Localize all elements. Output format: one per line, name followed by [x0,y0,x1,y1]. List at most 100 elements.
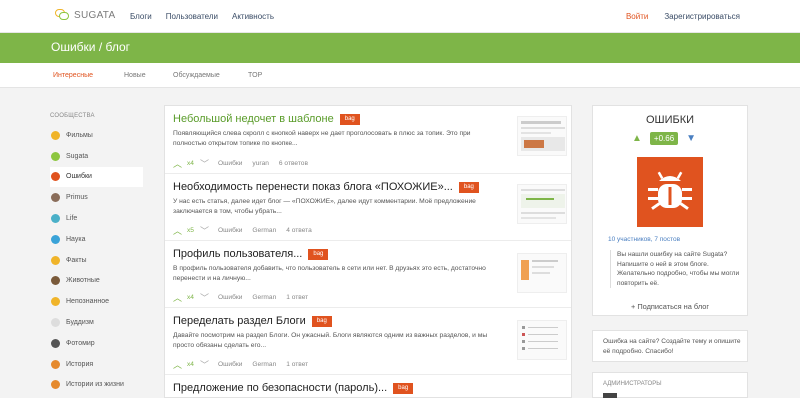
sidebar-item-label: Sugata [66,152,89,160]
sidebar-item[interactable]: Ошибки [50,166,143,188]
sidebar-item-label: Ошибки [66,173,92,181]
community-icon [51,359,60,369]
sidebar-item[interactable]: Фотомир [50,333,143,354]
community-icon [51,380,60,390]
vote-count: x4 [187,361,194,368]
blog-title: ОШИБКИ [645,114,695,126]
sidebar-item[interactable]: Факты [50,250,143,271]
topic-title-link[interactable]: Предложение по безопасности (пароль)... [173,382,387,394]
topic-item: Переделать раздел Блоги bag Давайте посм… [165,308,571,375]
topic-comments-link[interactable]: 4 ответа [286,227,312,234]
topic-blog-link[interactable]: Ошибки [218,227,242,234]
topic-meta: ︿ x5 ﹀ Ошибки German 4 ответа [173,224,322,237]
topic-blog-link[interactable]: Ошибки [218,294,242,301]
subscribe-blog-button[interactable]: + Подписаться на блог [593,302,747,311]
tab-interesting[interactable]: Интересные [53,72,93,79]
topic-thumbnail[interactable] [517,184,567,224]
auth-links: Войти Зарегистрироваться [626,12,740,21]
community-icon [51,151,60,161]
vote-down-icon[interactable]: ﹀ [200,157,214,170]
topic-title-link[interactable]: Небольшой недочет в шаблоне [173,113,334,125]
tab-top[interactable]: TOP [248,72,262,79]
login-link[interactable]: Войти [626,12,648,21]
vote-down-icon[interactable]: ﹀ [200,291,214,304]
community-icon [51,255,60,265]
topic-comments-link[interactable]: 1 ответ [286,361,308,368]
vote-up-icon[interactable]: ︿ [173,291,187,304]
topic-thumbnail[interactable] [517,253,567,293]
vote-down-icon[interactable]: ﹀ [200,224,214,237]
topic-thumbnail[interactable] [517,320,567,360]
sidebar-item[interactable]: Наука [50,229,143,250]
topic-excerpt: Давайте посмотрим на раздел Блоги. Он уж… [173,332,488,349]
topic-blog-link[interactable]: Ошибки [218,361,242,368]
sidebar-item-label: Life [66,215,78,223]
page-title: Ошибки / блог [51,40,131,54]
sidebar-item[interactable]: Животные [50,271,143,292]
topic-item: Предложение по безопасности (пароль)... … [165,375,571,397]
topic-tag[interactable]: bag [339,113,360,125]
logo-icon [55,9,69,21]
nav-link-users[interactable]: Пользователи [166,12,218,21]
topic-meta: ︿ x4 ﹀ Ошибки German 1 ответ [173,291,318,304]
sidebar-item[interactable]: Непознанное [50,291,143,312]
sidebar-item[interactable]: Истории из жизни [50,375,143,396]
register-link[interactable]: Зарегистрироваться [664,12,740,21]
topic-title-row: Небольшой недочет в шаблоне bag [173,113,360,125]
community-icon [51,172,60,182]
topic-meta: ︿ x4 ﹀ Ошибки yuran 6 ответов [173,157,318,170]
topic-author-link[interactable]: German [252,294,276,301]
vote-up-icon[interactable]: ︿ [173,157,187,170]
communities-title: Сообщества [50,113,95,119]
topic-title-link[interactable]: Необходимость перенести показ блога «ПОХ… [173,181,453,193]
sidebar-item[interactable]: Primus [50,187,143,208]
topic-thumbnail[interactable] [517,116,567,156]
topic-author-link[interactable]: German [252,361,276,368]
sidebar-item-label: Фильмы [66,131,93,139]
community-icon [51,193,60,203]
blog-description: Вы нашли ошибку на сайте Sugata? Напишит… [610,250,742,289]
sidebar-item[interactable]: Life [50,208,143,229]
community-icon [51,234,60,244]
topic-comments-link[interactable]: 1 ответ [286,294,308,301]
site-logo[interactable]: SUGATA [55,9,115,21]
sidebar-item[interactable]: Буддизм [50,312,143,333]
topic-tag[interactable]: bag [393,382,414,394]
sidebar-item[interactable]: Sugata [50,146,143,167]
topic-filter-tabs: Интересные Новые Обсуждаемые TOP [0,63,800,88]
vote-up-icon[interactable]: ︿ [173,224,187,237]
topic-excerpt: В профиль пользователя добавить, что пол… [173,265,486,282]
blog-stats[interactable]: 10 участников, 7 постов [608,236,680,243]
sidebar-item-label: История [66,360,94,368]
sidebar-item-label: Фотомир [66,339,95,347]
admins-title: Администраторы [603,381,662,387]
avatar[interactable] [603,393,617,398]
tab-discussed[interactable]: Обсуждаемые [173,72,220,79]
nav-link-activity[interactable]: Активность [232,12,274,21]
topic-author-link[interactable]: yuran [252,160,269,167]
topic-title-link[interactable]: Переделать раздел Блоги [173,315,306,327]
report-bug-text: Ошибка на сайте? Создайте тему и опишите… [603,338,741,355]
community-icon [51,318,60,328]
sidebar-item[interactable]: История [50,354,143,375]
topic-blog-link[interactable]: Ошибки [218,160,242,167]
topic-title-row: Профиль пользователя... bag [173,248,329,260]
topic-author-link[interactable]: German [252,227,276,234]
nav-link-blogs[interactable]: Блоги [130,12,152,21]
tab-new[interactable]: Новые [124,72,146,79]
vote-down-icon[interactable]: ﹀ [200,358,214,371]
sidebar-item[interactable]: Фильмы [50,125,143,146]
topic-tag[interactable]: bag [311,315,332,327]
community-icon [51,130,60,140]
topic-title-link[interactable]: Профиль пользователя... [173,248,302,260]
vote-up-icon[interactable]: ︿ [173,358,187,371]
topic-tag[interactable]: bag [458,181,479,193]
top-navbar: SUGATA Блоги Пользователи Активность Вой… [0,0,800,33]
community-icon [51,297,60,307]
blog-vote: ▲ +0.66 ▼ [632,132,696,145]
blog-vote-up-icon[interactable]: ▲ [632,133,642,144]
topic-tag[interactable]: bag [308,248,329,260]
blog-vote-down-icon[interactable]: ▼ [686,133,696,144]
topic-comments-link[interactable]: 6 ответов [279,160,308,167]
sidebar-item-label: Буддизм [66,319,94,327]
